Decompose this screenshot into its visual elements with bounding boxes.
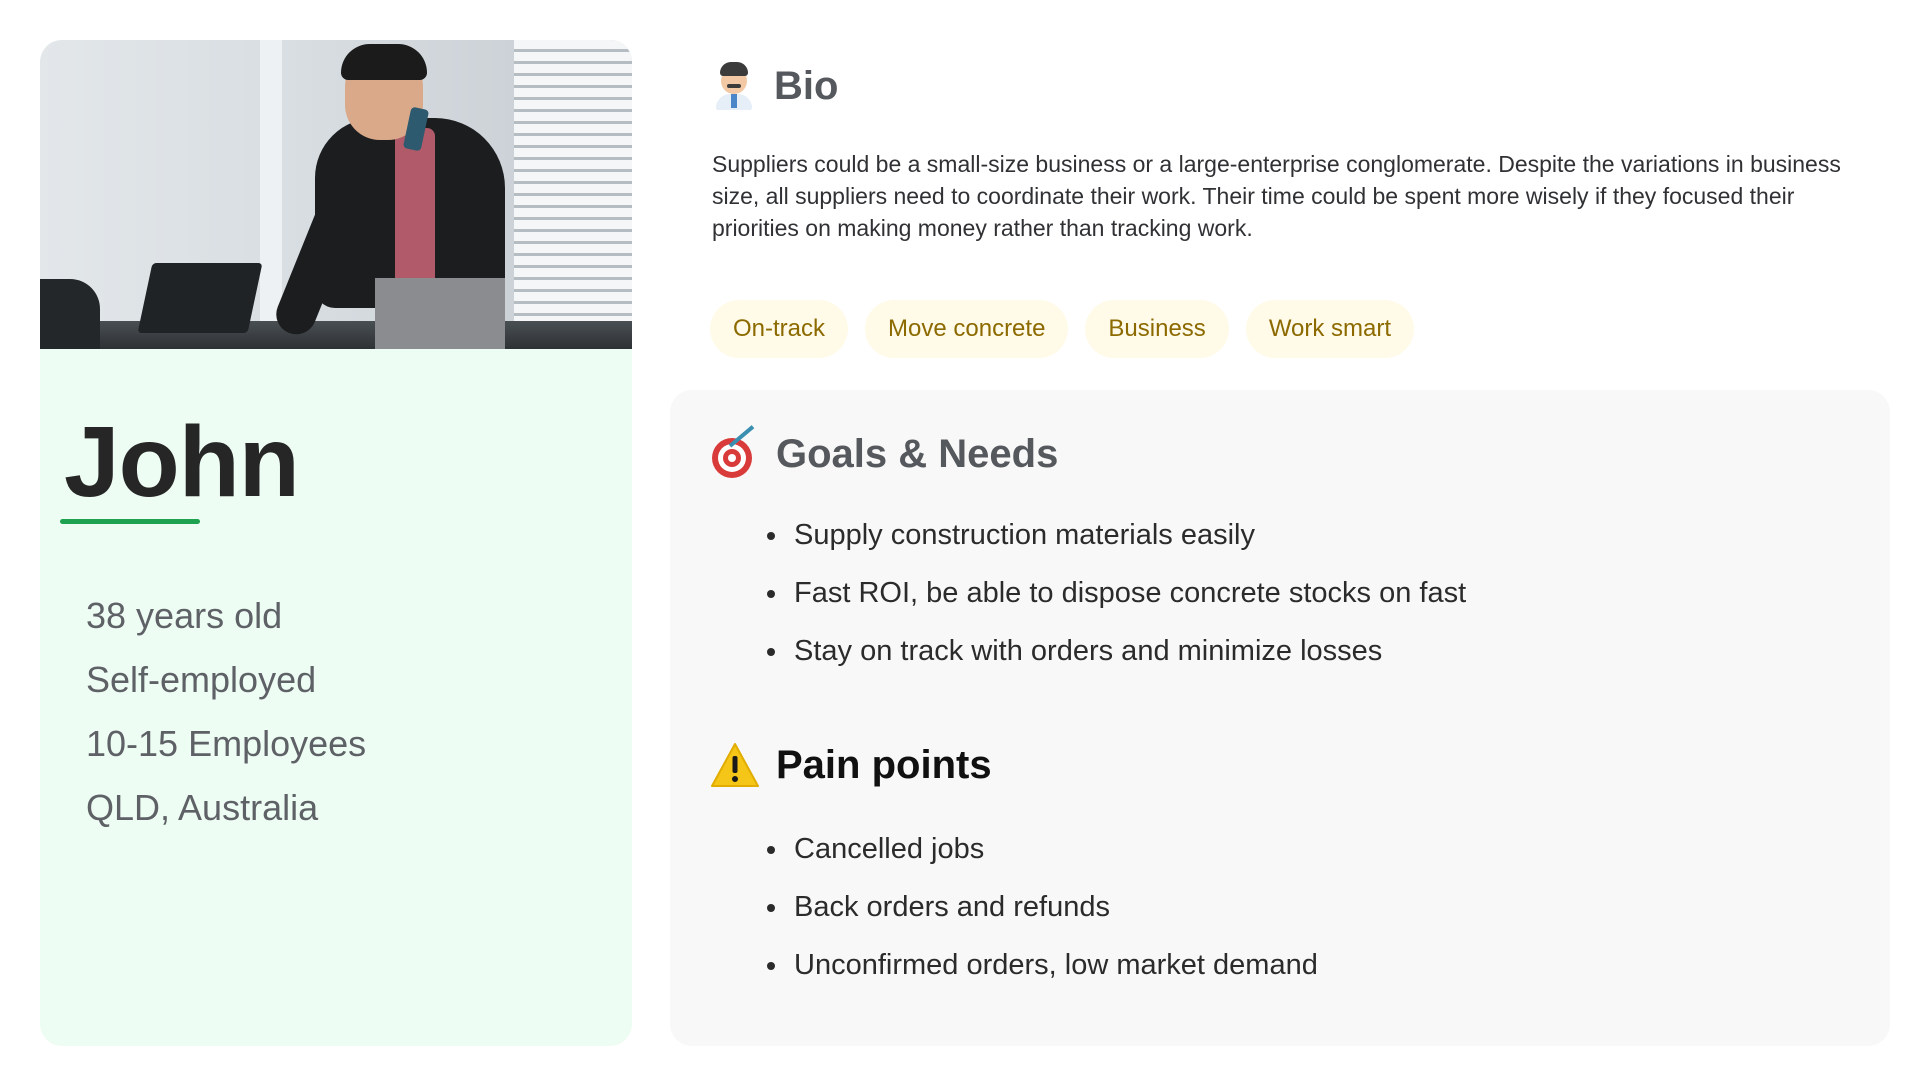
tag-on-track: On-track xyxy=(710,300,849,358)
tag-move-concrete: Move concrete xyxy=(865,300,1069,358)
photo-window-blinds xyxy=(514,40,632,349)
profile-photo xyxy=(40,40,632,349)
bio-title: Bio xyxy=(774,63,839,108)
tag-business: Business xyxy=(1085,300,1229,358)
goals-pain-panel: Goals & Needs Supply construction materi… xyxy=(670,390,1890,1046)
fact-location: QLD, Australia xyxy=(86,787,319,828)
photo-person-shirt xyxy=(395,128,435,288)
target-icon xyxy=(710,425,760,478)
photo-person xyxy=(270,44,515,349)
goal-item: Fast ROI, be able to dispose concrete st… xyxy=(790,564,1466,622)
profile-facts: 38 years old Self-employed 10-15 Employe… xyxy=(86,584,366,840)
businessman-icon xyxy=(712,62,756,110)
goals-title: Goals & Needs xyxy=(776,431,1059,476)
photo-person-pants xyxy=(375,278,505,349)
warning-icon xyxy=(710,742,760,788)
photo-laptop xyxy=(137,263,263,333)
fact-age: 38 years old xyxy=(86,595,283,636)
photo-chair xyxy=(40,279,100,349)
pain-points-list: Cancelled jobs Back orders and refunds U… xyxy=(790,820,1318,994)
goal-item: Supply construction materials easily xyxy=(790,506,1466,564)
name-underline xyxy=(60,519,200,524)
pain-point-item: Cancelled jobs xyxy=(790,820,1318,878)
tag-work-smart: Work smart xyxy=(1245,300,1415,358)
photo-person-hair xyxy=(341,44,427,80)
goals-list: Supply construction materials easily Fas… xyxy=(790,506,1466,680)
goals-heading: Goals & Needs xyxy=(710,425,1059,478)
profile-card: John 38 years old Self-employed 10-15 Em… xyxy=(40,40,632,1046)
tag-list: On-track Move concrete Business Work sma… xyxy=(710,300,1415,358)
pain-points-heading: Pain points xyxy=(710,742,992,788)
profile-name: John xyxy=(64,406,300,518)
bio-heading: Bio xyxy=(712,62,838,110)
pain-point-item: Unconfirmed orders, low market demand xyxy=(790,936,1318,994)
pain-point-item: Back orders and refunds xyxy=(790,878,1318,936)
fact-employees: 10-15 Employees xyxy=(86,723,367,764)
fact-employment: Self-employed xyxy=(86,659,317,700)
pain-points-title: Pain points xyxy=(776,742,992,787)
goal-item: Stay on track with orders and minimize l… xyxy=(790,622,1466,680)
bio-text: Suppliers could be a small-size business… xyxy=(712,151,1841,241)
